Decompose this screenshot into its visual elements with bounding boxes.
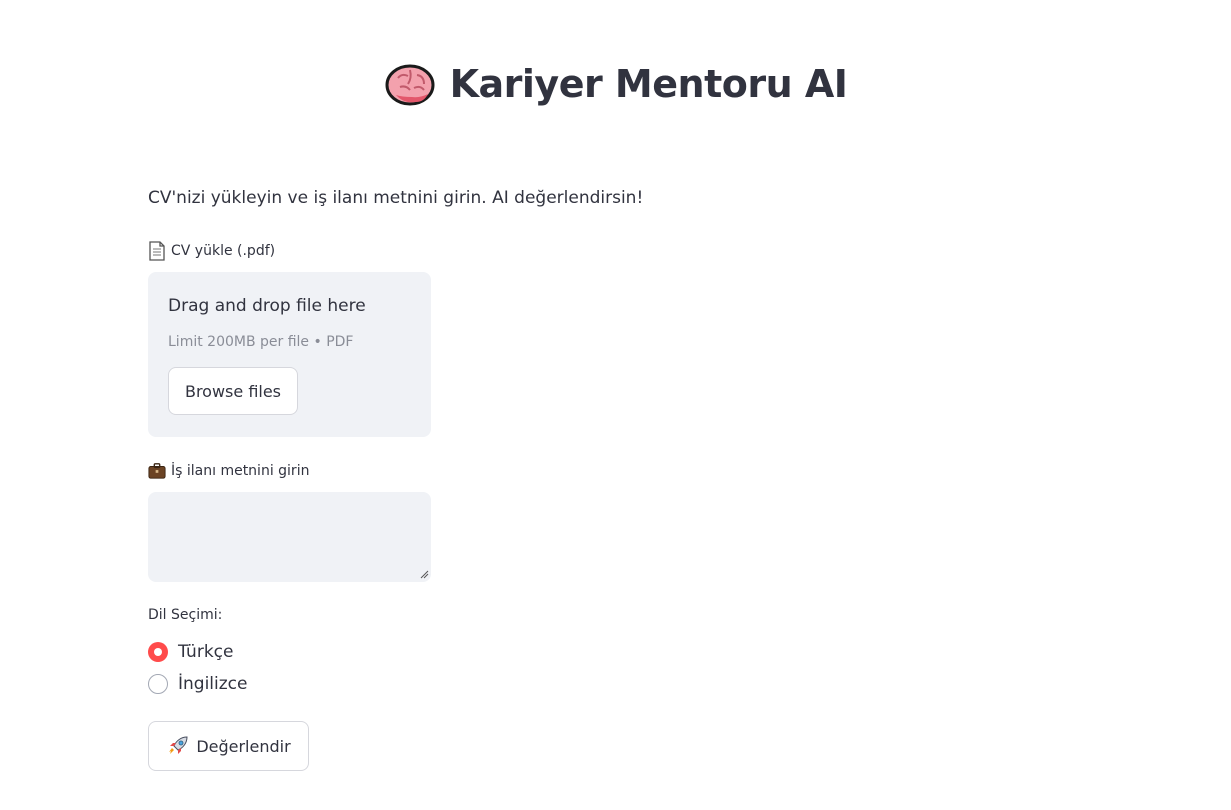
job-post-textarea[interactable] xyxy=(148,492,431,582)
briefcase-icon xyxy=(148,463,166,479)
language-label: Dil Seçimi: xyxy=(148,607,223,623)
job-post-label-text: İş ilanı metnini girin xyxy=(171,463,310,479)
cv-upload-label-text: CV yükle (.pdf) xyxy=(171,243,276,259)
cv-upload-label: CV yükle (.pdf) xyxy=(148,241,275,261)
job-post-label: İş ilanı metnini girin xyxy=(148,461,309,481)
page-header: Kariyer Mentoru AI xyxy=(0,56,1231,112)
resize-handle-icon[interactable] xyxy=(420,570,429,579)
brain-icon xyxy=(385,64,435,106)
radio-option-english[interactable]: İngilizce xyxy=(148,674,247,694)
document-icon xyxy=(149,241,165,261)
dropzone-limit-text: Limit 200MB per file • PDF xyxy=(168,334,354,350)
rocket-icon xyxy=(169,736,188,754)
evaluate-button-label: Değerlendir xyxy=(196,736,291,756)
page-title: Kariyer Mentoru AI xyxy=(449,62,848,106)
radio-unchecked-icon[interactable] xyxy=(148,674,168,694)
radio-option-label: İngilizce xyxy=(178,674,248,694)
browse-files-button[interactable]: Browse files xyxy=(168,367,298,415)
radio-option-label: Türkçe xyxy=(178,642,234,662)
evaluate-button[interactable]: Değerlendir xyxy=(148,721,309,771)
radio-checked-icon[interactable] xyxy=(148,642,168,662)
file-dropzone[interactable]: Drag and drop file here Limit 200MB per … xyxy=(148,272,431,437)
app-page: Kariyer Mentoru AI CV'nizi yükleyin ve i… xyxy=(0,0,1231,810)
intro-text: CV'nizi yükleyin ve iş ilanı metnini gir… xyxy=(148,188,644,208)
radio-option-turkish[interactable]: Türkçe xyxy=(148,642,233,662)
dropzone-title: Drag and drop file here xyxy=(168,296,366,316)
